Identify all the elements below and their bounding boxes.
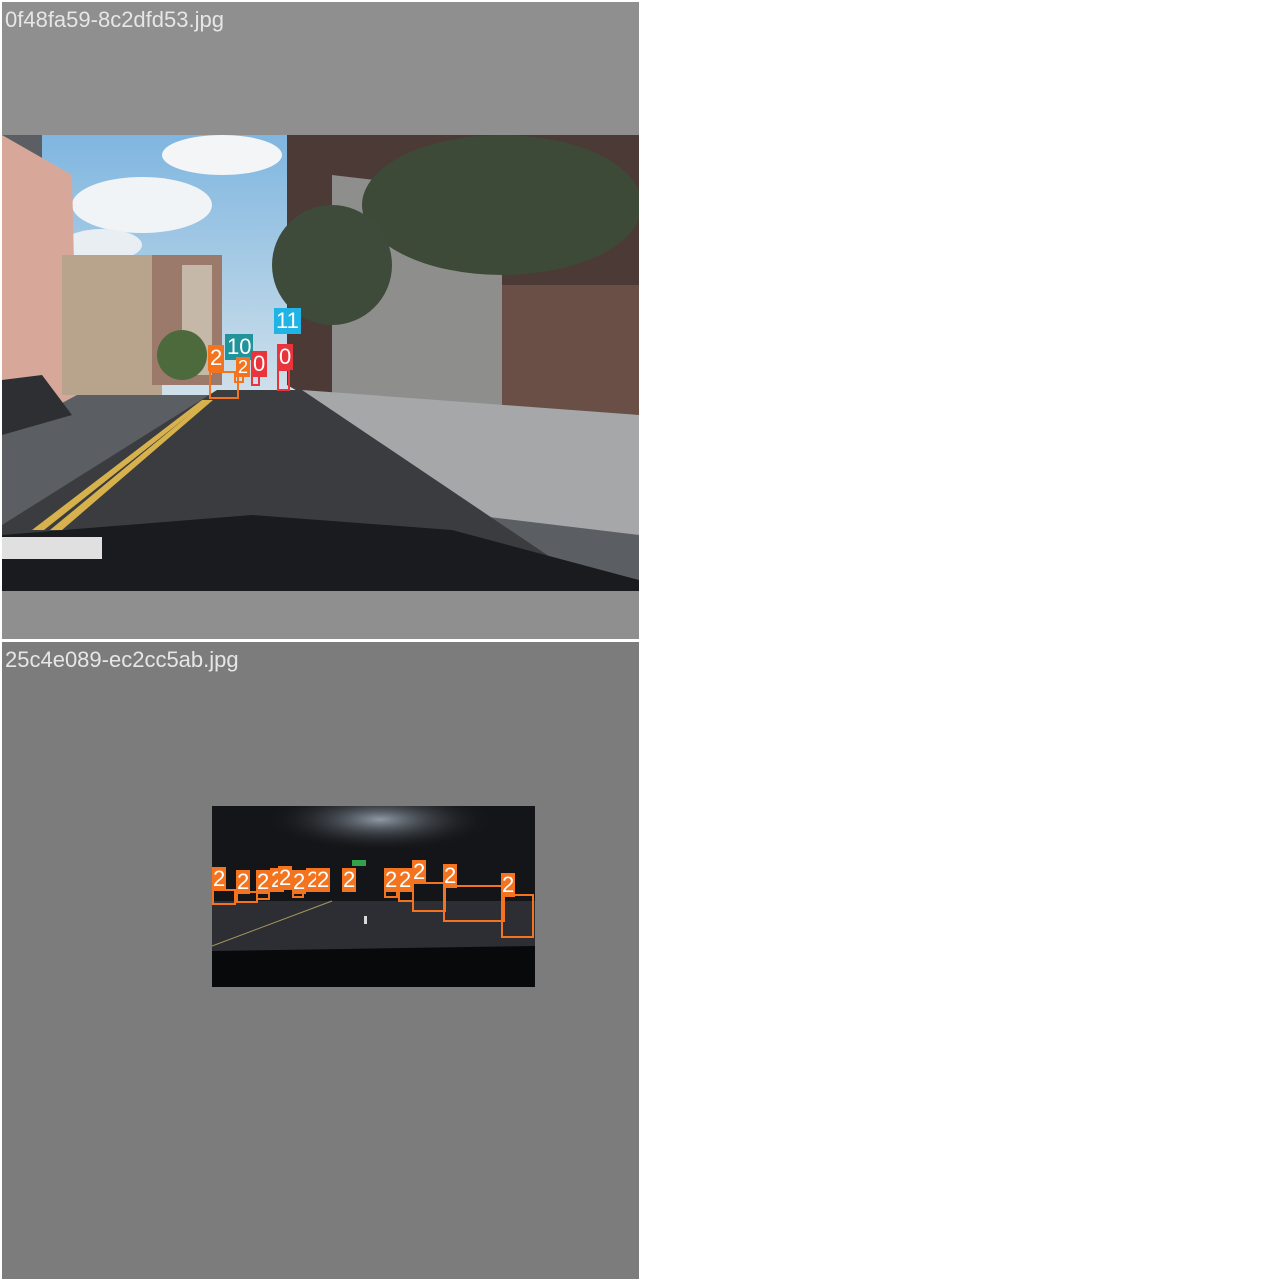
- detection-label: 2: [501, 872, 516, 897]
- street-scene-image: [2, 135, 639, 591]
- detection-label: 2: [384, 867, 399, 892]
- detection-label: 2: [256, 869, 271, 894]
- detection-label: 2: [236, 357, 251, 377]
- detection-label: 2: [398, 867, 413, 892]
- vehicle-bounding-box: [501, 894, 534, 938]
- mosaic-tile: 25c4e089-ec2cc5ab.jpg 2 2 2 2 2 2 2 2 2 …: [2, 642, 639, 1279]
- detection-label: 2: [342, 867, 357, 892]
- image-filename: 0f48fa59-8c2dfd53.jpg: [5, 7, 224, 32]
- mosaic-tile: 0f48fa59-8c2dfd53.jpg 2 10 2 0 0 11: [2, 2, 639, 639]
- vehicle-bounding-box: [412, 882, 446, 912]
- night-road-photo: 2 2 2 2 2 2 2 2 2 2 2 2 2 2: [212, 806, 535, 987]
- image-filename: 25c4e089-ec2cc5ab.jpg: [5, 647, 239, 672]
- detection-label: 0: [277, 344, 294, 370]
- detection-label: 0: [251, 351, 268, 377]
- person-bounding-box: [277, 369, 290, 391]
- street-photo: 2 10 2 0 0 11: [2, 135, 639, 591]
- detection-label: 11: [274, 308, 301, 334]
- detection-label: 2: [316, 867, 331, 892]
- detection-label: 2: [292, 869, 307, 894]
- vehicle-bounding-box: [443, 885, 505, 922]
- detection-label: 2: [412, 859, 427, 884]
- vehicle-bounding-box: [212, 889, 236, 905]
- detection-label: 2: [208, 345, 225, 371]
- detection-label: 2: [443, 863, 458, 888]
- detection-label: 2: [212, 866, 227, 891]
- detection-label: 2: [236, 869, 251, 894]
- detection-label: 2: [278, 865, 293, 890]
